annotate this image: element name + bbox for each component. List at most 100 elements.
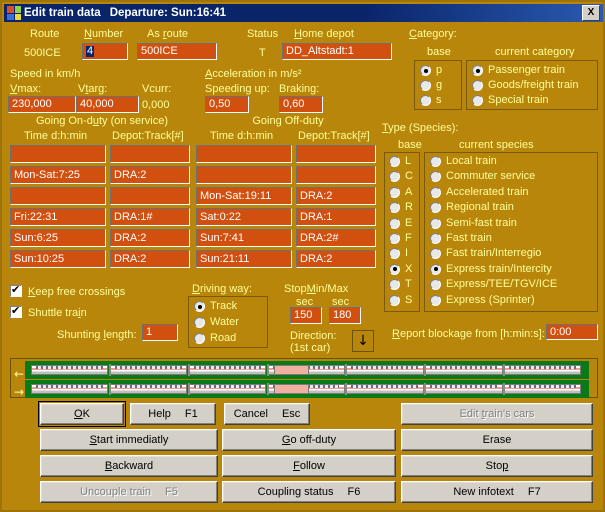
off-duty-depot-input[interactable] [296, 166, 376, 184]
vmax-label: Vmax: [10, 83, 42, 95]
follow-button[interactable]: Follow [222, 455, 396, 477]
train-consist-row-top[interactable] [25, 361, 589, 379]
cancel-button[interactable]: Cancel Esc [224, 403, 310, 425]
on-duty-time-input[interactable]: Sun:6:25 [10, 229, 106, 247]
off-duty-time-input[interactable]: Sun:21:11 [196, 250, 292, 268]
category-current-radio-1[interactable] [472, 80, 483, 91]
driving-way-label-0: Track [210, 300, 238, 312]
edit-train-cars-button[interactable]: Edit train's cars [401, 403, 593, 425]
vmax-input[interactable]: 230,000 [8, 96, 76, 113]
uncouple-train-button[interactable]: Uncouple train F5 [40, 481, 218, 503]
category-current-label-0: Passenger train [488, 64, 566, 76]
train-direction-right-icon: → [14, 385, 25, 399]
home-depot-input[interactable]: DD_Altstadt:1 [282, 43, 392, 60]
driving-way-radio-0[interactable] [194, 301, 205, 312]
vtarg-input[interactable]: 40,000 [76, 96, 139, 113]
ok-button[interactable]: OK [38, 401, 126, 427]
coupling-status-button[interactable]: Coupling status F6 [222, 481, 396, 503]
train-preview-panel[interactable]: ← → [10, 358, 598, 398]
number-input[interactable]: 4 [82, 43, 128, 60]
on-duty-time-input[interactable]: Sun:10:25 [10, 250, 106, 268]
speeding-up-input[interactable]: 0,50 [205, 96, 249, 113]
species-base-radio-0[interactable] [389, 156, 400, 167]
species-current-radio-9[interactable] [430, 294, 441, 306]
train-car-selected [273, 365, 310, 375]
on-duty-depot-input[interactable] [110, 145, 190, 163]
off-duty-time-input[interactable]: Sun:7:41 [196, 229, 292, 247]
stop-button[interactable]: Stop [401, 455, 593, 477]
on-duty-depot-input[interactable] [110, 187, 190, 205]
species-base-label: base [398, 139, 422, 151]
start-immediatly-button[interactable]: Start immediatly [40, 429, 218, 451]
train-car-selected [273, 384, 310, 394]
on-duty-depot-input[interactable]: DRA:1# [110, 208, 190, 226]
train-consist-row-bottom[interactable] [25, 380, 589, 398]
species-current-radio-4[interactable] [430, 217, 441, 229]
titlebar[interactable]: Edit train data Departure: Sun:16:41 X [4, 4, 603, 22]
app-icon [7, 6, 21, 20]
train-car-windows [430, 366, 498, 369]
species-base-radio-4[interactable] [389, 217, 400, 229]
category-current-radio-0[interactable] [472, 65, 483, 76]
direction-toggle-button[interactable]: ↓ [352, 330, 374, 352]
go-off-duty-button[interactable]: Go off-duty [222, 429, 396, 451]
species-current-radio-5[interactable] [430, 233, 441, 244]
close-icon[interactable]: X [582, 5, 600, 21]
driving-way-radio-2[interactable] [194, 333, 205, 344]
braking-input[interactable]: 0,60 [279, 96, 323, 113]
off-duty-depot-input[interactable]: DRA:1 [296, 208, 376, 226]
stop-min-input[interactable]: 150 [290, 307, 322, 324]
as-route-input[interactable]: 500ICE [137, 43, 217, 60]
window-subtitle: Departure: Sun:16:41 [109, 7, 226, 19]
stop-title: StopMin/Max [284, 283, 349, 295]
blockage-label: Report blockage from [h:min:s]: [392, 328, 545, 340]
species-base-radio-5[interactable] [389, 233, 400, 244]
on-duty-time-input[interactable]: Fri:22:31 [10, 208, 106, 226]
erase-button[interactable]: Erase [401, 429, 593, 451]
off-duty-depot-input[interactable] [296, 145, 376, 163]
species-base-radio-9[interactable] [389, 294, 400, 306]
help-button[interactable]: Help F1 [130, 403, 216, 425]
off-duty-depot-input[interactable]: DRA:2 [296, 250, 376, 268]
shunting-length-input[interactable]: 1 [142, 324, 178, 341]
category-current-radio-2[interactable] [472, 95, 483, 106]
species-current-radio-2[interactable] [430, 186, 441, 198]
category-base-radio-1[interactable] [420, 80, 431, 91]
keep-free-crossings-checkbox[interactable] [10, 284, 22, 297]
on-duty-depot-input[interactable]: DRA:2 [110, 250, 190, 268]
on-duty-depot-input[interactable]: DRA:2 [110, 229, 190, 247]
species-base-label-9: S [405, 293, 413, 306]
species-current-radio-0[interactable] [430, 156, 441, 167]
new-infotext-button[interactable]: New infotext F7 [401, 481, 593, 503]
off-duty-time-input[interactable]: Sat:0:22 [196, 208, 292, 226]
route-value: 500ICE [24, 47, 61, 59]
on-duty-depot-input[interactable]: DRA:2 [110, 166, 190, 184]
blockage-input[interactable]: 0:00 [546, 324, 598, 340]
species-base-label-1: C [405, 170, 413, 183]
off-duty-time-input[interactable] [196, 145, 292, 163]
species-current-radio-7[interactable] [430, 263, 441, 275]
species-base-label-7: X [405, 262, 413, 275]
off-duty-depot-input[interactable]: DRA:2# [296, 229, 376, 247]
off-duty-depot-input[interactable]: DRA:2 [296, 187, 376, 205]
off-duty-time-input[interactable] [196, 166, 292, 184]
train-car-windows [509, 366, 576, 369]
off-duty-time-input[interactable]: Mon-Sat:19:11 [196, 187, 292, 205]
category-base-radio-2[interactable] [420, 95, 431, 106]
species-base-radio-2[interactable] [389, 186, 400, 198]
shuttle-train-checkbox[interactable] [10, 305, 22, 318]
species-current-label-7: Express train/Intercity [446, 262, 552, 275]
off-duty-depot-header: Depot:Track[#] [298, 130, 370, 142]
driving-way-radio-1[interactable] [194, 317, 205, 328]
category-base-radio-0[interactable] [420, 65, 431, 76]
on-duty-time-input[interactable] [10, 187, 106, 205]
species-current-label: current species [459, 139, 534, 151]
train-car-coupler [424, 364, 427, 376]
species-base-radio-7[interactable] [389, 263, 400, 275]
on-duty-time-input[interactable] [10, 145, 106, 163]
on-duty-time-input[interactable]: Mon-Sat:7:25 [10, 166, 106, 184]
backward-button[interactable]: Backward [40, 455, 218, 477]
stop-max-input[interactable]: 180 [329, 307, 361, 324]
speeding-up-label: Speeding up: [205, 83, 270, 95]
driving-way-label-1: Water [210, 316, 239, 328]
